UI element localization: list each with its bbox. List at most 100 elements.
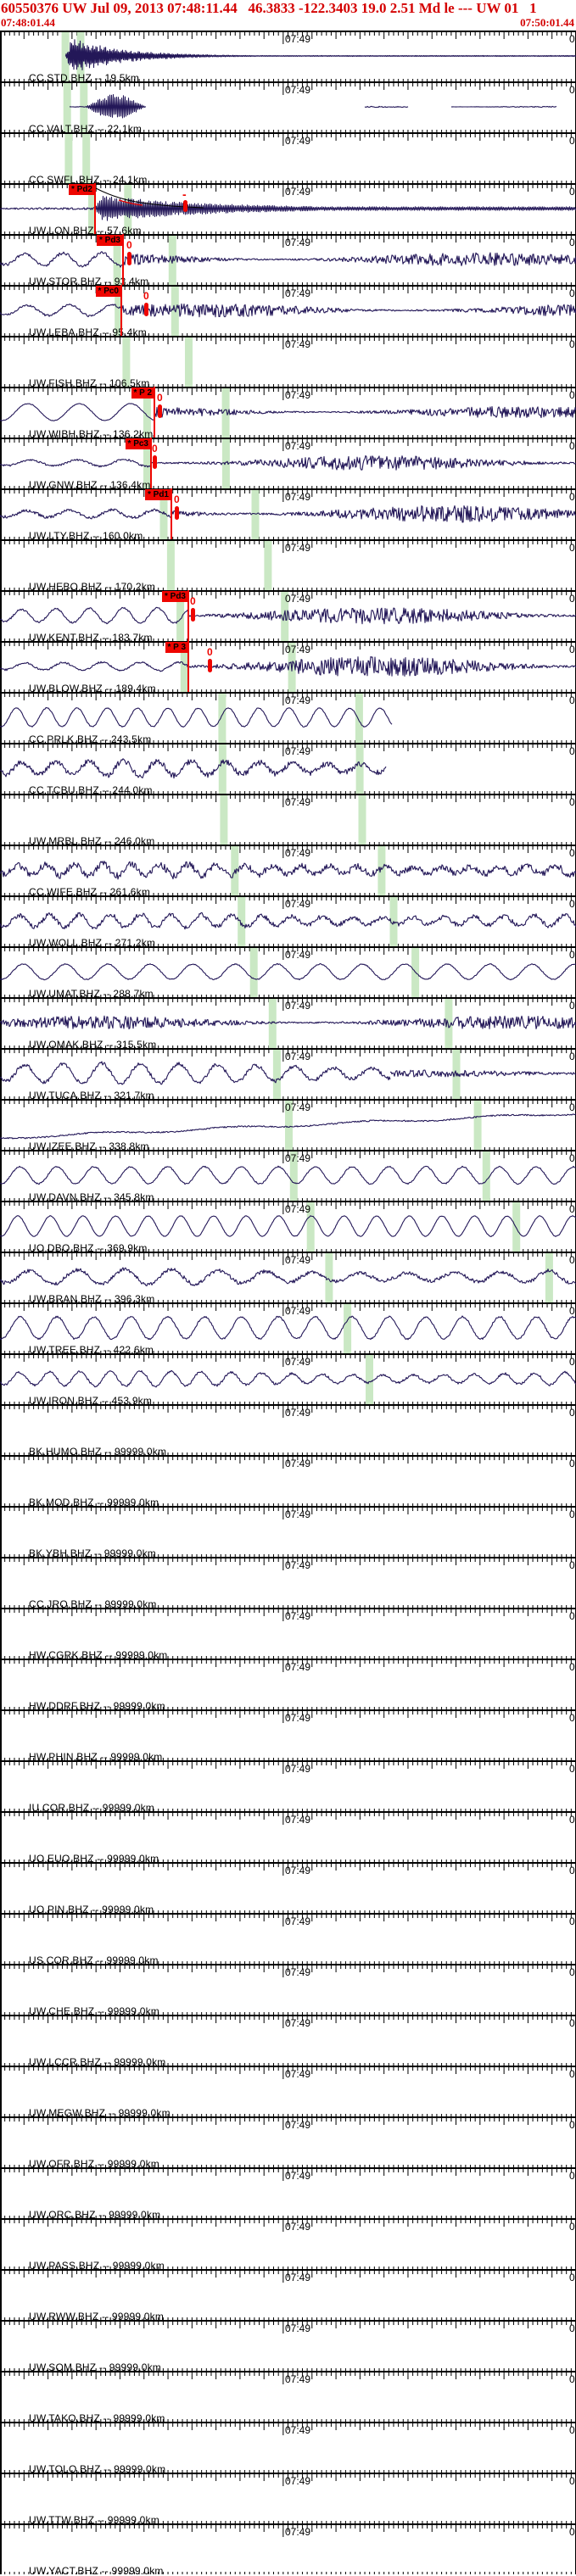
trace-row[interactable]: UO.EUO.BHZ -- 99999.0km 07:49 0 bbox=[0, 1811, 576, 1865]
trace-row[interactable]: BK.HUMO.BHZ -- 99999.0km 07:49 0 bbox=[0, 1404, 576, 1458]
station-label: UW.IRON.BHZ -- 453.9km bbox=[29, 1395, 153, 1407]
amp-pick-bar[interactable] bbox=[175, 506, 179, 520]
amplitude-zero-label: 0 bbox=[569, 1305, 575, 1317]
trace-row[interactable]: CC.JRO.BHZ -- 99999.0km 07:49 0 bbox=[0, 1557, 576, 1610]
coda-marker-bar[interactable] bbox=[183, 200, 187, 212]
trace-row[interactable]: HW.PHIN.BHZ -- 99999.0km 07:49 0 bbox=[0, 1709, 576, 1763]
trace-row[interactable]: CC.STD.BHZ -- 19.5km 07:49 0 bbox=[0, 31, 576, 84]
trace-row[interactable]: UW.WOLL.BHZ -- 271.2km 07:49 0 bbox=[0, 895, 576, 949]
amplitude-zero-label: 0 bbox=[569, 135, 575, 147]
trace-row[interactable]: UW.HEBO.BHZ -- 170.2km 07:49 0 bbox=[0, 539, 576, 593]
minute-tick-label: 07:49 bbox=[285, 287, 311, 299]
trace-row[interactable]: UW.WIBH.BHZ -- 136.2km 07:49 0 * P 20 bbox=[0, 387, 576, 440]
amp-pick-zero-label[interactable]: 0 bbox=[207, 647, 213, 657]
station-label: UW.BLOW.BHZ -- 189.4km bbox=[29, 683, 156, 694]
trace-row[interactable]: UW.IZEE.BHZ -- 338.8km 07:49 0 bbox=[0, 1099, 576, 1152]
trace-row[interactable]: IU.COR.BHZ -- 99999.0km 07:49 0 bbox=[0, 1760, 576, 1814]
trace-row[interactable]: UO.PIN.BHZ -- 99999.0km 07:49 0 bbox=[0, 1862, 576, 1915]
trace-row[interactable]: UW.IRON.BHZ -- 453.9km 07:49 0 bbox=[0, 1353, 576, 1407]
trace-row[interactable]: US.COR.BHZ -- 99999.0km 07:49 0 bbox=[0, 1913, 576, 1966]
trace-row[interactable]: UW.PASS.BHZ -- 99999.0km 07:49 0 bbox=[0, 2218, 576, 2272]
trace-row[interactable]: UW.KENT.BHZ -- 183.7km 07:49 0 * Pd3 0 bbox=[0, 590, 576, 644]
amp-pick-zero-label[interactable]: 0 bbox=[143, 291, 149, 301]
pick-flag[interactable]: * Pc3 bbox=[125, 438, 151, 449]
trace-row[interactable]: UW.FISH.BHZ -- 106.5km 07:49 0 bbox=[0, 336, 576, 389]
pick-flag[interactable]: * Pc0 bbox=[95, 286, 121, 297]
arrival-band-s bbox=[512, 1202, 521, 1252]
minute-tick-label: 07:49 bbox=[285, 2068, 311, 2080]
trace-row[interactable]: UW.TAKO.BHZ -- 99999.0km 07:49 0 bbox=[0, 2371, 576, 2424]
minute-tick-label: 07:49 bbox=[285, 694, 311, 706]
trace-row[interactable]: CC.SWFL.BHZ -- 24.1km 07:49 0 bbox=[0, 132, 576, 186]
trace-row[interactable]: UW.DAVN.BHZ -- 345.8km 07:49 0 bbox=[0, 1150, 576, 1203]
pick-flag[interactable]: * Pd3 bbox=[96, 235, 123, 246]
trace-row[interactable]: UW.RWW.BHZ -- 99999.0km 07:49 0 bbox=[0, 2269, 576, 2322]
trace-row[interactable]: UW.UMAT.BHZ -- 288.7km 07:49 0 bbox=[0, 946, 576, 1000]
amp-pick-bar[interactable] bbox=[208, 659, 212, 672]
amp-pick-zero-label[interactable]: 0 bbox=[152, 443, 158, 454]
trace-row[interactable]: UW.YACT.BHZ -- 99999.0km 07:49 0 bbox=[0, 2523, 576, 2576]
trace-row[interactable]: UW.ORC.BHZ -- 99999.0km 07:49 0 bbox=[0, 2167, 576, 2221]
minute-tick-label: 07:49 bbox=[285, 1814, 311, 1826]
trace-row[interactable]: UW.BLOW.BHZ -- 189.4km 07:49 0 * P 3 0 bbox=[0, 641, 576, 694]
pick-flag[interactable]: * Pd2 bbox=[68, 184, 95, 195]
amplitude-zero-label: 0 bbox=[569, 1508, 575, 1520]
amp-pick-zero-label[interactable]: 0 bbox=[190, 596, 196, 606]
trace-row[interactable]: UO.DBO.BHZ -- 369.9km 07:49 0 bbox=[0, 1201, 576, 1254]
station-label: UW.TOLO.BHZ -- 99999.0km bbox=[29, 2463, 166, 2475]
pick-flag[interactable]: * P 2 bbox=[131, 388, 154, 399]
amplitude-zero-label: 0 bbox=[569, 1254, 575, 1266]
trace-row[interactable]: UW.STOR.BHZ -- 93.4km 07:49 0 * Pd3 0 bbox=[0, 234, 576, 287]
trace-row[interactable]: UW.OFR.BHZ -- 99999.0km 07:49 0 bbox=[0, 2116, 576, 2170]
arrival-band-s bbox=[355, 694, 363, 743]
amp-pick-bar[interactable] bbox=[144, 303, 148, 316]
amplitude-zero-label: 0 bbox=[569, 33, 575, 45]
trace-row[interactable]: UW.BRAN.BHZ -- 396.3km 07:49 0 bbox=[0, 1252, 576, 1305]
pick-flag[interactable]: * Pd1 bbox=[144, 489, 171, 500]
trace-row[interactable]: UW.CHE.BHZ -- 99999.0km 07:49 0 bbox=[0, 1964, 576, 2017]
minute-tick-label: 07:49 bbox=[285, 1915, 311, 1927]
trace-row[interactable]: UW.LEBA.BHZ -- 95.4km 07:49 0 * Pc0 0 bbox=[0, 285, 576, 338]
trace-row[interactable]: BK.MOD.BHZ -- 99999.0km 07:49 0 bbox=[0, 1455, 576, 1508]
trace-row[interactable]: UW.GNW.BHZ -- 136.4km 07:49 0 * Pc3 0 bbox=[0, 438, 576, 491]
waveform-path bbox=[0, 403, 155, 421]
pick-flag[interactable]: * Pd3 bbox=[161, 591, 188, 602]
amp-pick-bar[interactable] bbox=[158, 404, 162, 418]
trace-row[interactable]: UW.LTY.BHZ -- 160.0km 07:49 0 * Pd1 0 bbox=[0, 488, 576, 542]
amp-pick-bar[interactable] bbox=[153, 455, 157, 469]
arrival-band-p bbox=[344, 1304, 352, 1353]
station-label: UW.KENT.BHZ -- 183.7km bbox=[29, 632, 153, 644]
amp-pick-bar[interactable] bbox=[127, 252, 131, 265]
coda-duration-marker[interactable]: - bbox=[182, 188, 187, 200]
minute-tick-label: 07:49 bbox=[285, 949, 311, 961]
trace-row[interactable]: UW.LON.BHZ -- 57.6km 07:49 0 * Pd2 - bbox=[0, 183, 576, 237]
minute-tick-label: 07:49 bbox=[285, 237, 311, 248]
trace-row[interactable]: UW.TREE.BHZ -- 422.6km 07:49 0 bbox=[0, 1302, 576, 1356]
trace-row[interactable]: CC.VALT.BHZ -- 22.1km 07:49 0 bbox=[0, 81, 576, 135]
amp-pick-zero-label[interactable]: 0 bbox=[126, 240, 132, 250]
trace-row[interactable]: CC.PRLK.BHZ -- 243.5km 07:49 0 bbox=[0, 692, 576, 745]
trace-row[interactable]: BK.YBH.BHZ -- 99999.0km 07:49 0 bbox=[0, 1506, 576, 1559]
trace-row[interactable]: UW.MEGW.BHZ -- 99999.0km 07:49 0 bbox=[0, 2066, 576, 2119]
pick-flag[interactable]: * P 3 bbox=[165, 642, 188, 653]
trace-row[interactable]: UW.TOLO.BHZ -- 99999.0km 07:49 0 bbox=[0, 2422, 576, 2475]
trace-list: CC.STD.BHZ -- 19.5km 07:49 0 CC.VALT.BHZ --… bbox=[0, 31, 576, 2576]
amplitude-zero-label: 0 bbox=[569, 1865, 575, 1876]
trace-row[interactable]: UW.SQM.BHZ -- 99999.0km 07:49 0 bbox=[0, 2320, 576, 2373]
trace-row[interactable]: CC.WIFE.BHZ -- 261.6km 07:49 0 bbox=[0, 845, 576, 898]
trace-row[interactable]: UW.MRBL.BHZ -- 246.0km 07:49 0 bbox=[0, 794, 576, 847]
trace-row[interactable]: CC.TCBU.BHZ -- 244.0km 07:49 0 bbox=[0, 743, 576, 796]
trace-row[interactable]: HW.DDRF.BHZ -- 99999.0km 07:49 0 bbox=[0, 1659, 576, 1712]
trace-row[interactable]: UW.LCCR.BHZ -- 99999.0km 07:49 0 bbox=[0, 2015, 576, 2068]
amp-pick-zero-label[interactable]: 0 bbox=[174, 494, 180, 505]
station-label: UW.IZEE.BHZ -- 338.8km bbox=[29, 1140, 149, 1152]
trace-row[interactable]: HW.CGRK.BHZ -- 99999.0km 07:49 0 bbox=[0, 1608, 576, 1661]
amp-pick-bar[interactable] bbox=[191, 608, 195, 622]
arrival-band-s bbox=[473, 1101, 482, 1150]
trace-row[interactable]: UW.TTW.BHZ -- 99999.0km 07:49 0 bbox=[0, 2473, 576, 2526]
trace-row[interactable]: UW.OMAK.BHZ -- 315.5km 07:49 0 bbox=[0, 997, 576, 1051]
station-label: UW.STOR.BHZ -- 93.4km bbox=[29, 276, 149, 287]
trace-row[interactable]: UW.TUCA.BHZ -- 321.7km 07:49 0 bbox=[0, 1048, 576, 1101]
station-label: UW.LEBA.BHZ -- 95.4km bbox=[29, 326, 147, 338]
amp-pick-zero-label[interactable]: 0 bbox=[157, 393, 163, 403]
